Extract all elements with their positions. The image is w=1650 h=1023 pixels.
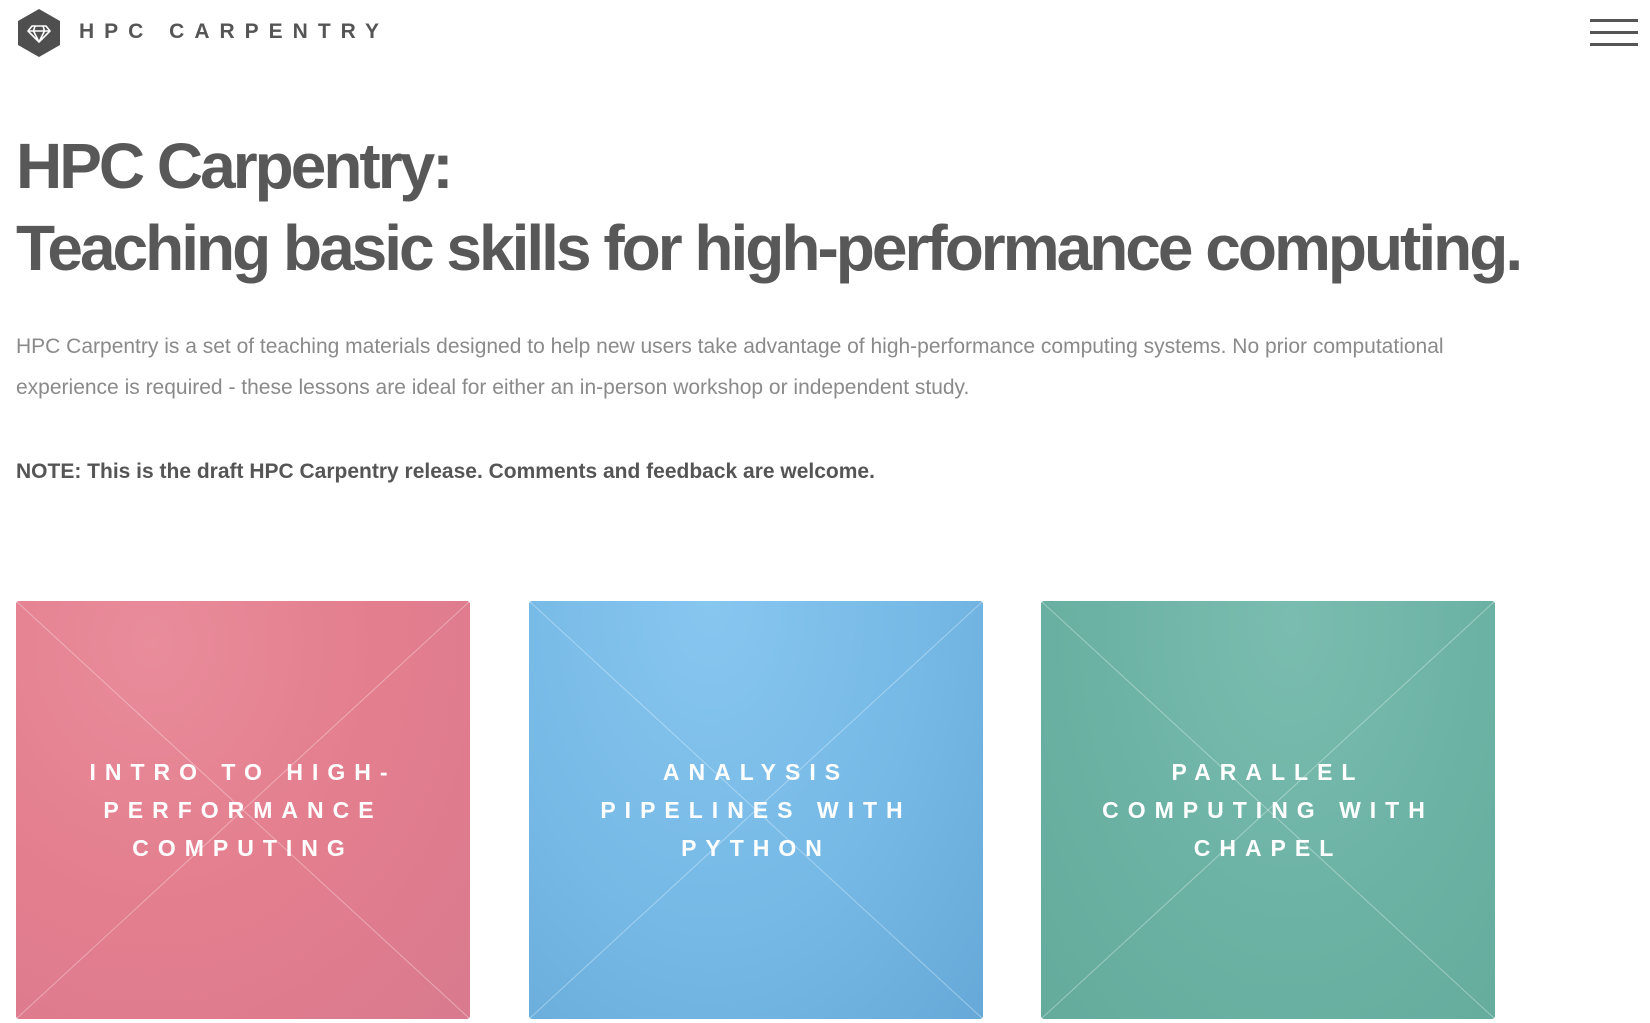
menu-bar xyxy=(1590,31,1638,34)
site-header: HPC CARPENTRY xyxy=(0,0,1650,70)
site-brand-link[interactable]: HPC CARPENTRY xyxy=(79,20,389,44)
lesson-card-python-pipelines[interactable]: ANALYSIS PIPELINES WITH PYTHON xyxy=(529,601,983,1019)
draft-note: NOTE: This is the draft HPC Carpentry re… xyxy=(16,460,875,483)
lesson-card-title: ANALYSIS PIPELINES WITH PYTHON xyxy=(600,759,912,861)
hamburger-menu-icon[interactable] xyxy=(1590,16,1638,50)
menu-bar xyxy=(1590,43,1638,46)
page-title-line-1: HPC Carpentry: xyxy=(16,130,454,202)
lesson-card-intro-hpc[interactable]: INTRO TO HIGH-PERFORMANCE COMPUTING xyxy=(16,601,470,1019)
menu-bar xyxy=(1590,19,1638,22)
lesson-card-title: PARALLEL COMPUTING WITH CHAPEL xyxy=(1102,759,1434,861)
diamond-hexagon-icon[interactable] xyxy=(18,9,60,57)
page-title: HPC Carpentry: Teaching basic skills for… xyxy=(16,125,1523,289)
lesson-card-title: INTRO TO HIGH-PERFORMANCE COMPUTING xyxy=(89,759,397,861)
page-title-line-2: Teaching basic skills for high-performan… xyxy=(16,212,1523,284)
lesson-card-chapel[interactable]: PARALLEL COMPUTING WITH CHAPEL xyxy=(1041,601,1495,1019)
intro-paragraph: HPC Carpentry is a set of teaching mater… xyxy=(16,335,1444,399)
